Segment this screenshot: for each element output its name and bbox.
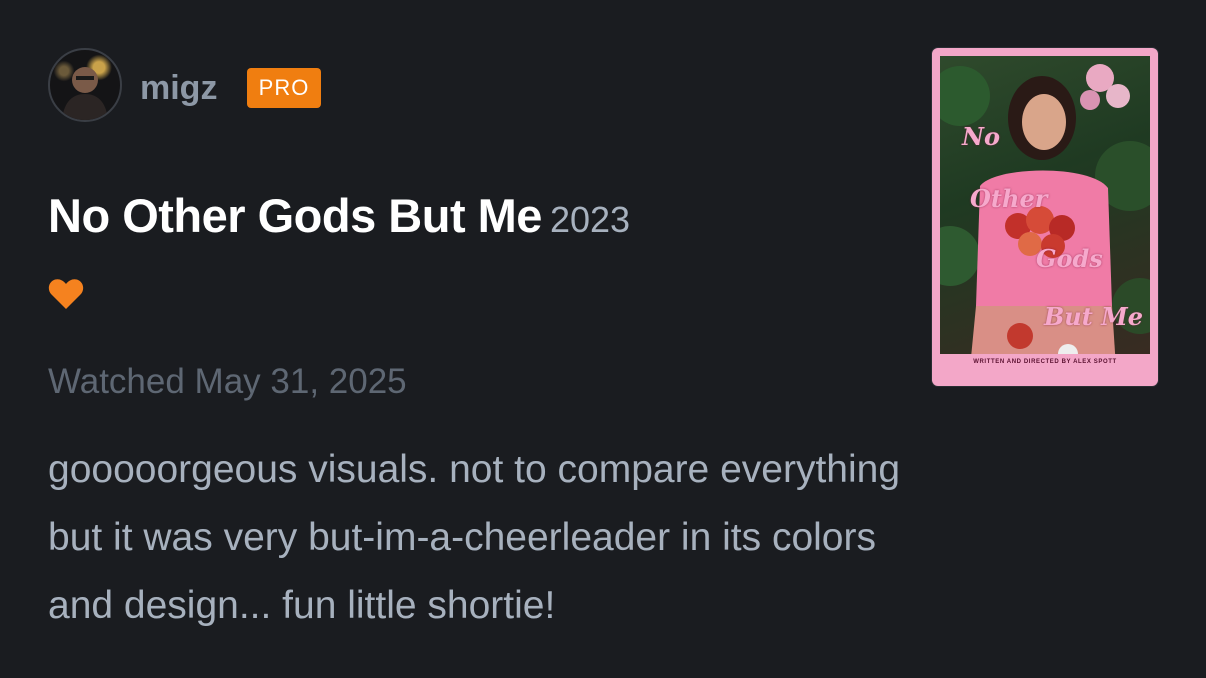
poster-image: No Other Gods But Me WRITTEN AND DIRECTE… <box>940 56 1150 368</box>
film-title[interactable]: No Other Gods But Me <box>48 189 542 242</box>
username[interactable]: migz <box>140 66 217 110</box>
review-line: but it was very but-im-a-cheerleader in … <box>48 516 876 559</box>
poster-title-word: No <box>962 122 1000 151</box>
poster-title-word: Gods <box>1036 244 1103 273</box>
review-line: and design... fun little shortie! <box>48 584 556 627</box>
poster-credit: WRITTEN AND DIRECTED BY ALEX SPOTT <box>940 354 1150 368</box>
review-text: gooooorgeous visuals. not to compare eve… <box>48 436 1148 640</box>
avatar-photo <box>62 67 108 120</box>
film-heading: No Other Gods But Me 2023 <box>48 188 630 243</box>
watched-date: Watched May 31, 2025 <box>48 362 407 401</box>
user-avatar[interactable] <box>48 48 122 122</box>
film-year[interactable]: 2023 <box>550 199 630 240</box>
pro-badge: PRO <box>247 68 321 108</box>
review-line: gooooorgeous visuals. not to compare eve… <box>48 448 901 491</box>
heart-icon <box>48 279 84 309</box>
poster-title-word: But Me <box>1044 302 1144 331</box>
poster-title-word: Other <box>970 184 1048 213</box>
film-poster[interactable]: No Other Gods But Me WRITTEN AND DIRECTE… <box>932 48 1158 386</box>
